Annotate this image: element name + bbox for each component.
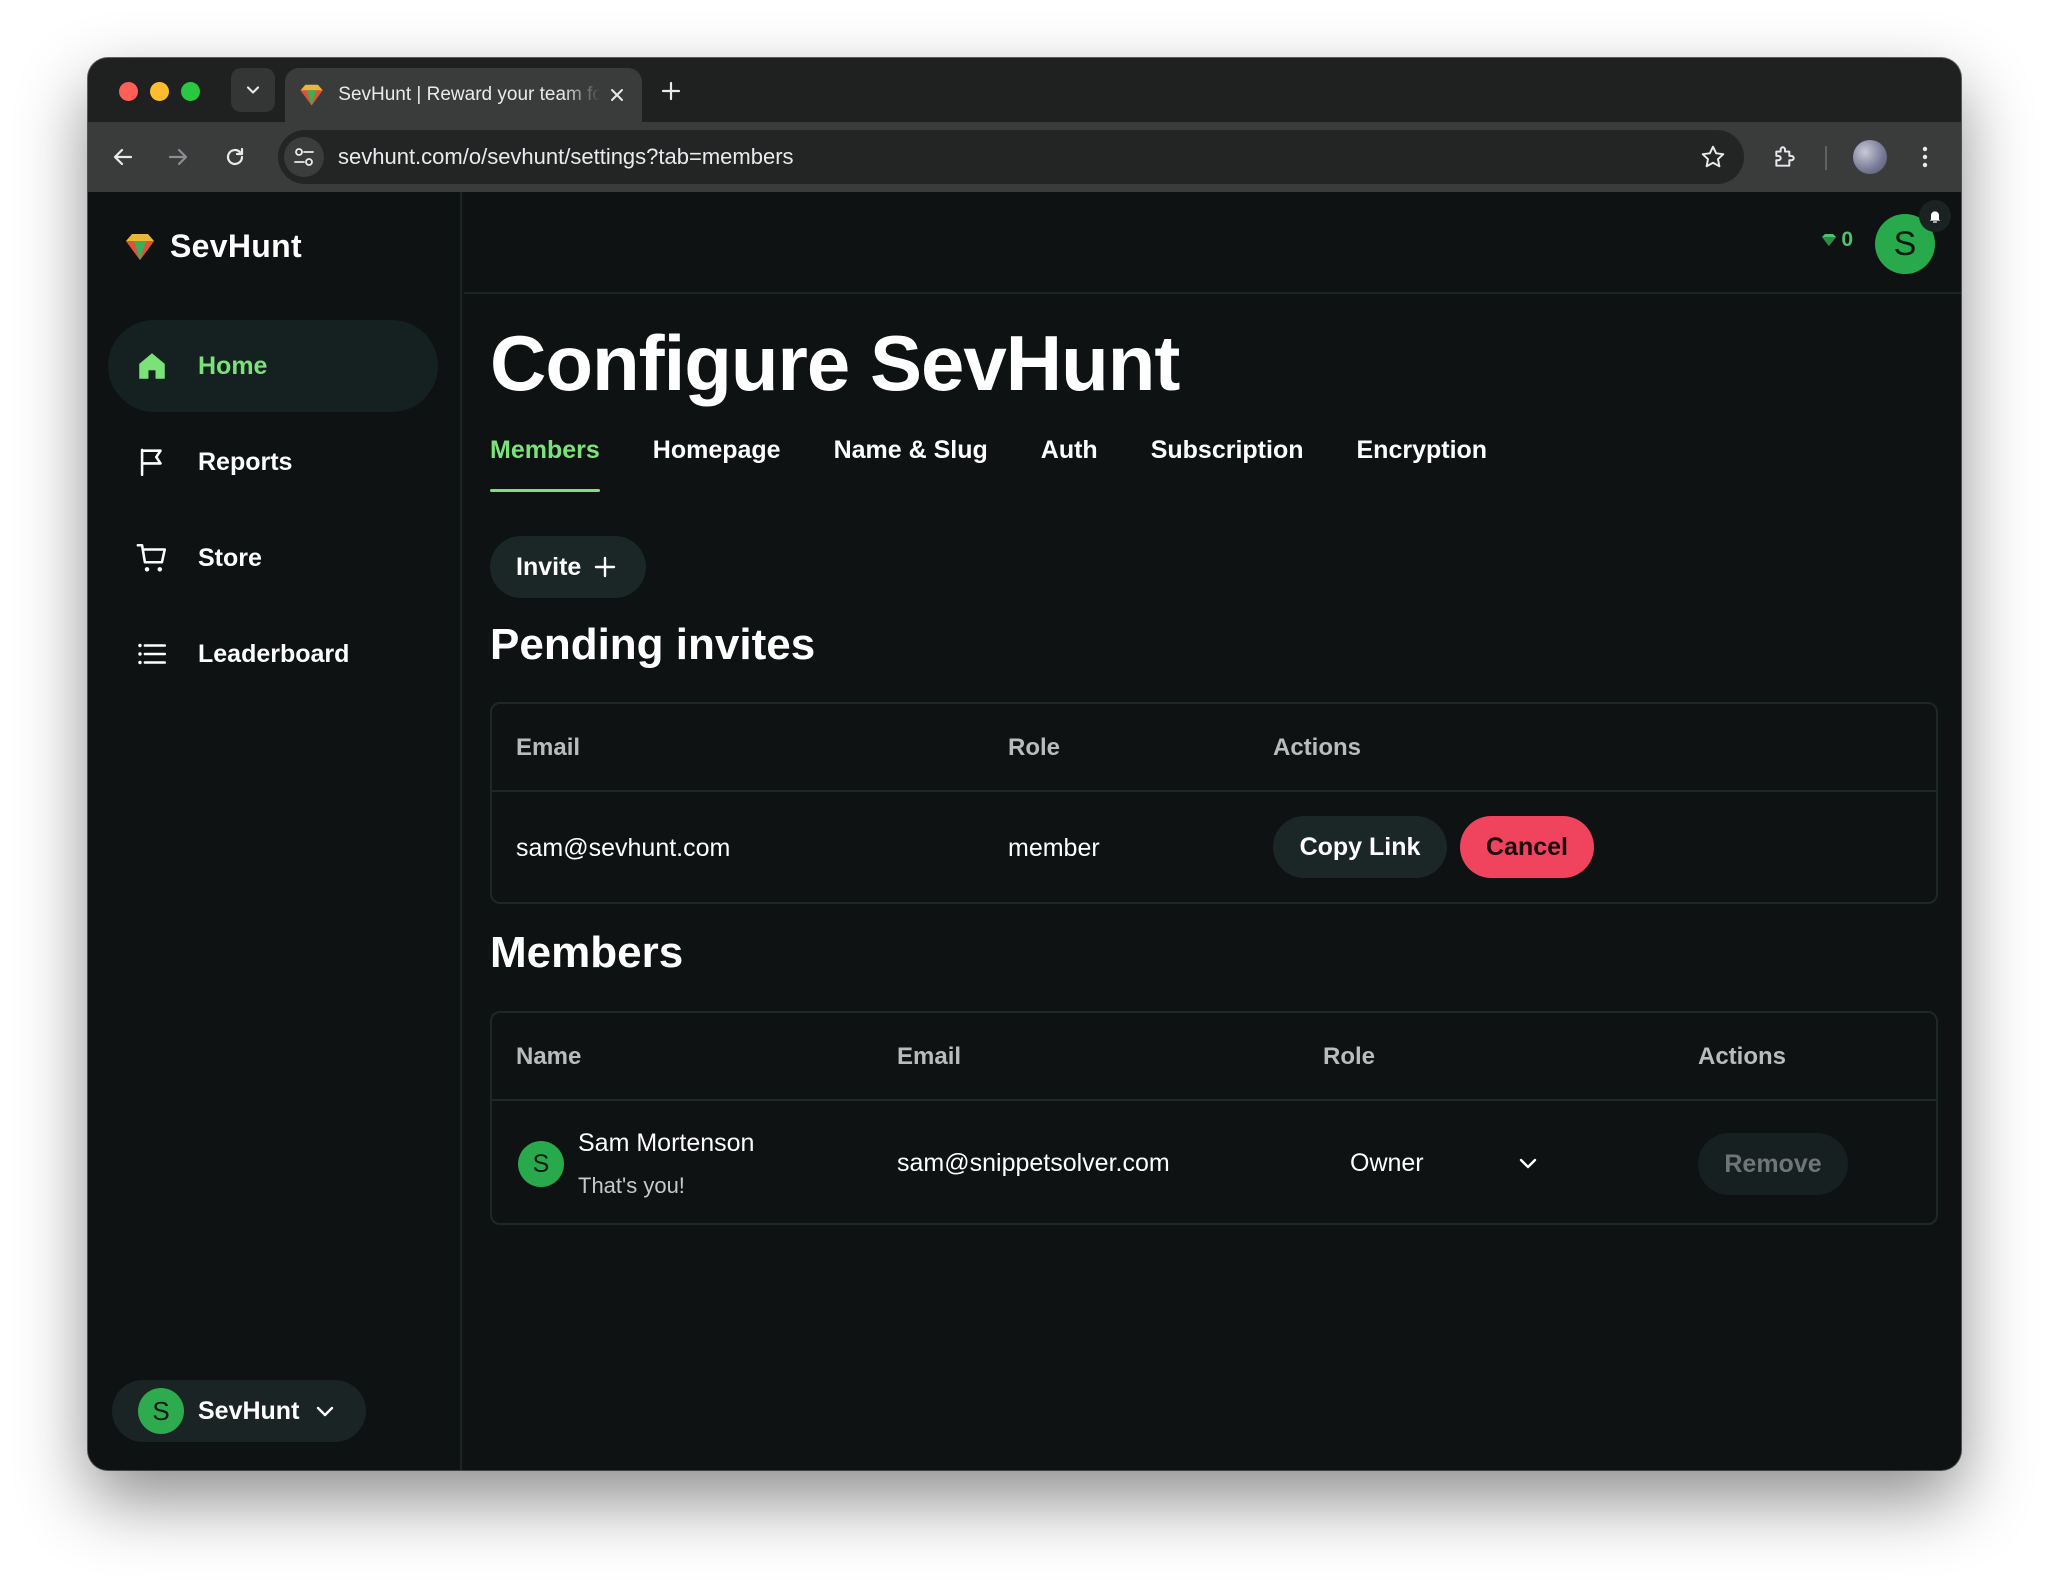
table-row: sam@sevhunt.com member Copy Link Cancel bbox=[492, 792, 1936, 902]
column-header-email: Email bbox=[897, 1043, 962, 1070]
bookmark-star-icon[interactable] bbox=[1700, 144, 1726, 170]
brand-name: SevHunt bbox=[170, 228, 302, 264]
points-badge[interactable]: 0 bbox=[1821, 228, 1853, 252]
back-button[interactable] bbox=[108, 142, 138, 172]
toolbar-divider bbox=[1825, 146, 1827, 170]
org-name: SevHunt bbox=[198, 1396, 300, 1425]
settings-tabs: Members Homepage Name & Slug Auth Subscr… bbox=[490, 436, 1540, 492]
reload-button[interactable] bbox=[220, 142, 250, 172]
sidebar-item-label: Home bbox=[198, 351, 268, 380]
avatar: S bbox=[518, 1141, 564, 1187]
arrow-left-icon bbox=[113, 148, 133, 166]
plus-icon bbox=[661, 81, 681, 101]
tab-homepage[interactable]: Homepage bbox=[653, 436, 781, 492]
arrow-right-icon bbox=[168, 148, 188, 166]
chevron-down-icon bbox=[246, 86, 260, 94]
tab-name-slug[interactable]: Name & Slug bbox=[834, 436, 988, 492]
sidebar-item-label: Leaderboard bbox=[198, 639, 350, 668]
cancel-invite-button[interactable]: Cancel bbox=[1460, 816, 1594, 878]
reload-icon bbox=[226, 147, 244, 166]
bell-icon bbox=[1929, 211, 1941, 223]
members-title: Members bbox=[490, 928, 684, 977]
sidebar-item-store[interactable]: Store bbox=[108, 512, 438, 604]
copy-link-button[interactable]: Copy Link bbox=[1273, 816, 1447, 878]
table-row: S Sam Mortenson That's you! sam@snippets… bbox=[492, 1101, 1936, 1223]
minimize-window-button[interactable] bbox=[150, 82, 169, 101]
browser-menu-button[interactable] bbox=[1910, 142, 1940, 172]
pending-invites-title: Pending invites bbox=[490, 620, 816, 669]
role-select[interactable]: Owner bbox=[1350, 1143, 1540, 1183]
browser-tab[interactable]: SevHunt | Reward your team for finding b… bbox=[285, 68, 642, 122]
notifications-button[interactable] bbox=[1919, 200, 1951, 232]
sidebar-item-leaderboard[interactable]: Leaderboard bbox=[108, 608, 438, 700]
gem-icon bbox=[1822, 234, 1837, 246]
page-title: Configure SevHunt bbox=[490, 319, 1180, 407]
cart-icon bbox=[134, 540, 170, 576]
site-info-button[interactable] bbox=[284, 137, 324, 177]
member-email: sam@snippetsolver.com bbox=[897, 1149, 1170, 1177]
sidebar-item-label: Store bbox=[198, 543, 262, 572]
invite-role: member bbox=[1008, 834, 1100, 862]
tab-members[interactable]: Members bbox=[490, 436, 600, 492]
top-bar: 0 S bbox=[464, 192, 1961, 294]
invite-button[interactable]: Invite bbox=[490, 536, 646, 598]
more-vertical-icon bbox=[1922, 146, 1928, 168]
remove-member-button[interactable]: Remove bbox=[1698, 1133, 1848, 1195]
tab-auth[interactable]: Auth bbox=[1041, 436, 1098, 492]
flag-icon bbox=[134, 444, 170, 480]
list-icon bbox=[134, 636, 170, 672]
org-avatar: S bbox=[138, 1388, 184, 1434]
chevron-down-icon bbox=[1519, 1158, 1537, 1169]
column-header-role: Role bbox=[1008, 734, 1061, 761]
members-table: Name Email Role Actions S Sam Mortenson … bbox=[490, 1011, 1938, 1225]
column-header-email: Email bbox=[516, 734, 581, 761]
app-root: SevHunt Home Reports Store Leaderboard S… bbox=[88, 192, 1961, 1470]
browser-toolbar: sevhunt.com/o/sevhunt/settings?tab=membe… bbox=[88, 122, 1961, 192]
role-select-value: Owner bbox=[1350, 1148, 1424, 1177]
forward-button[interactable] bbox=[163, 142, 193, 172]
chevron-down-icon bbox=[317, 1406, 334, 1417]
sidebar: SevHunt Home Reports Store Leaderboard S… bbox=[88, 192, 462, 1470]
home-icon bbox=[134, 348, 170, 384]
pending-invites-table: Email Role Actions sam@sevhunt.com membe… bbox=[490, 702, 1938, 904]
org-switcher[interactable]: S SevHunt bbox=[112, 1380, 366, 1442]
tab-search-button[interactable] bbox=[231, 68, 275, 112]
tab-title: SevHunt | Reward your team for finding b… bbox=[338, 84, 601, 105]
column-header-actions: Actions bbox=[1698, 1043, 1787, 1070]
close-window-button[interactable] bbox=[119, 82, 138, 101]
plus-icon bbox=[595, 556, 616, 578]
new-tab-button[interactable] bbox=[658, 78, 684, 104]
tab-close-icon[interactable] bbox=[607, 84, 628, 106]
puzzle-icon bbox=[1775, 146, 1795, 167]
browser-window: SevHunt | Reward your team for finding b… bbox=[88, 58, 1961, 1470]
address-bar[interactable]: sevhunt.com/o/sevhunt/settings?tab=membe… bbox=[278, 130, 1744, 184]
maximize-window-button[interactable] bbox=[181, 82, 200, 101]
sevhunt-logo-icon bbox=[126, 233, 154, 260]
column-header-actions: Actions bbox=[1273, 734, 1362, 761]
sevhunt-logo-icon bbox=[300, 84, 323, 106]
table-header: Email Role Actions bbox=[492, 704, 1936, 792]
tab-subscription[interactable]: Subscription bbox=[1151, 436, 1304, 492]
sidebar-item-home[interactable]: Home bbox=[108, 320, 438, 412]
member-name: Sam Mortenson bbox=[578, 1129, 755, 1157]
tab-strip: SevHunt | Reward your team for finding b… bbox=[88, 58, 1961, 122]
tune-icon bbox=[294, 148, 314, 166]
points-value: 0 bbox=[1841, 228, 1853, 251]
tab-encryption[interactable]: Encryption bbox=[1357, 436, 1488, 492]
main-content: 0 S Configure SevHunt Members Homepage N… bbox=[464, 192, 1961, 1470]
sidebar-item-reports[interactable]: Reports bbox=[108, 416, 438, 508]
member-subtitle: That's you! bbox=[578, 1173, 685, 1198]
sidebar-item-label: Reports bbox=[198, 447, 293, 476]
url-text: sevhunt.com/o/sevhunt/settings?tab=membe… bbox=[338, 144, 794, 169]
invite-email: sam@sevhunt.com bbox=[516, 834, 731, 862]
browser-profile-avatar[interactable] bbox=[1853, 140, 1887, 174]
invite-label: Invite bbox=[516, 552, 582, 581]
extensions-button[interactable] bbox=[1770, 142, 1800, 172]
column-header-role: Role bbox=[1323, 1043, 1376, 1070]
table-header: Name Email Role Actions bbox=[492, 1013, 1936, 1101]
brand[interactable]: SevHunt bbox=[124, 228, 302, 265]
column-header-name: Name bbox=[516, 1043, 582, 1070]
